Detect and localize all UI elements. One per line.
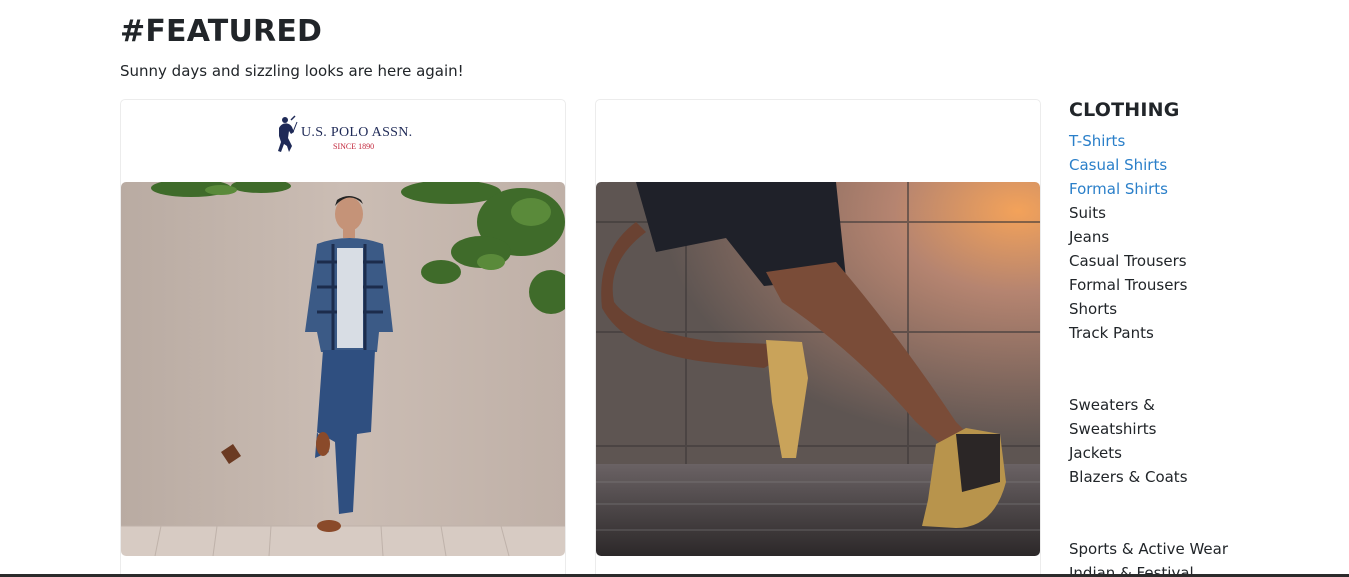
sidebar-item-sweatshirts[interactable]: Sweatshirts [1069, 417, 1329, 441]
featured-card-sports[interactable] [595, 99, 1041, 577]
page-title: #FEATURED [120, 14, 323, 49]
sidebar-item-jeans[interactable]: Jeans [1069, 225, 1329, 249]
brand-tagline: SINCE 1890 [333, 142, 375, 151]
sidebar-item-t-shirts[interactable]: T-Shirts [1069, 129, 1329, 153]
sidebar-heading: CLOTHING [1069, 99, 1180, 121]
clothing-sidebar: CLOTHING T-Shirts Casual Shirts Formal S… [1069, 99, 1329, 577]
brand-logo-area-empty [596, 100, 1040, 182]
runner-legs-photo[interactable] [596, 182, 1040, 556]
brand-logo[interactable]: U.S. POLO ASSN. SINCE 1890 [273, 114, 413, 158]
sidebar-item-blazers-coats[interactable]: Blazers & Coats [1069, 465, 1329, 489]
brand-name: U.S. POLO ASSN. [301, 125, 413, 140]
sidebar-item-track-pants[interactable]: Track Pants [1069, 321, 1329, 345]
page: #FEATURED Sunny days and sizzling looks … [0, 0, 1349, 577]
man-leaning-on-wall-photo[interactable] [121, 182, 565, 556]
brand-logo-area: U.S. POLO ASSN. SINCE 1890 [121, 100, 565, 182]
featured-card-polo[interactable]: U.S. POLO ASSN. SINCE 1890 [120, 99, 566, 577]
sidebar-item-casual-trousers[interactable]: Casual Trousers [1069, 249, 1329, 273]
sidebar-item-sports-active-wear[interactable]: Sports & Active Wear [1069, 537, 1329, 561]
sidebar-item-formal-shirts[interactable]: Formal Shirts [1069, 177, 1329, 201]
sidebar-item-suits[interactable]: Suits [1069, 201, 1329, 225]
page-subtitle: Sunny days and sizzling looks are here a… [120, 62, 464, 80]
sidebar-item-jackets[interactable]: Jackets [1069, 441, 1329, 465]
sidebar-item-sweaters[interactable]: Sweaters & [1069, 393, 1329, 417]
sidebar-item-casual-shirts[interactable]: Casual Shirts [1069, 153, 1329, 177]
polo-player-icon [278, 115, 298, 152]
sidebar-item-formal-trousers[interactable]: Formal Trousers [1069, 273, 1329, 297]
sidebar-item-shorts[interactable]: Shorts [1069, 297, 1329, 321]
